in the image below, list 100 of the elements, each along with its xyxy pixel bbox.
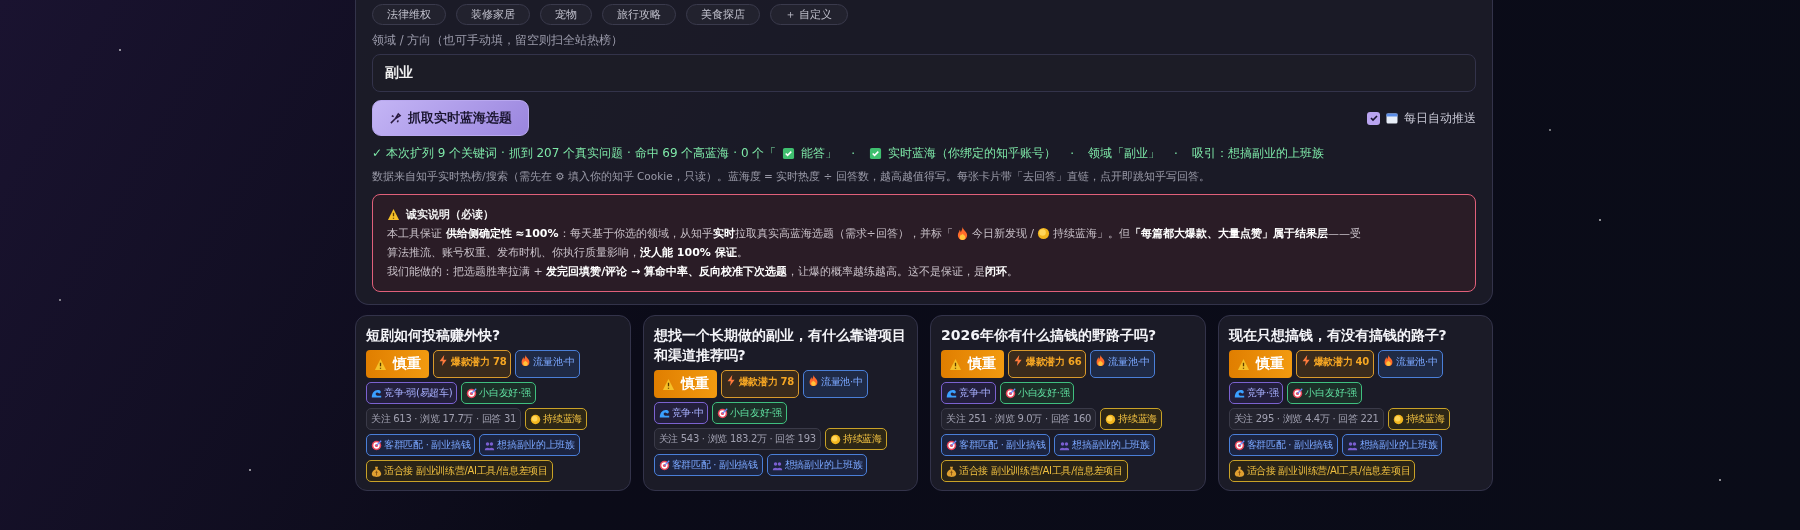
warning-icon [387,208,400,221]
tag-label: 竞争·中 [671,406,704,420]
flame-icon [1095,355,1107,366]
card-title: 2026年你有什么搞钱的野路子吗? [941,326,1158,345]
domain-chip[interactable]: 装修家居 [456,4,530,25]
tag-label: 客群匹配 · 副业搞钱 [671,458,758,472]
separator-dot: · [1174,146,1178,161]
topic-card[interactable]: 短剧如何投稿赚外快? 慎重 爆款潜力 78 流量池·中 竞争·弱(易超车) 小白友好·强 关注 613 · 浏览 17.7万 · 回答 31 持续蓝海 客群匹配 · 副业搞钱 想搞副业的上班族 适合接 副业训练营/AI工具/信息差项目 [355,315,631,491]
domain-chip[interactable]: 法律维权 [372,4,446,25]
tag-label: 爆款潜力 78 [738,375,794,389]
tag-label: 爆款潜力 66 [1026,355,1082,369]
tag-label: 流量池·中 [1395,355,1438,369]
target-icon [946,439,957,451]
coin-icon [1392,413,1404,425]
tag-label: 关注 295 · 浏览 4.4万 · 回答 221 [1233,412,1379,426]
wand-icon [389,111,402,125]
target-icon [1292,387,1304,399]
verdict-label: 慎重 [680,375,709,393]
tag-label: 适合接 副业训练营/AI工具/信息差项目 [384,464,548,478]
notice-text: 算法推流、账号权重、发布时机、你执行质量影响，没人能 100% 保证。 [387,245,748,261]
tag-label: 竞争·弱(易超车) [384,386,453,400]
people-icon [771,459,783,471]
card-title: 现在只想搞钱，有没有搞钱的路子? [1228,326,1448,345]
separator-dot: · [851,146,856,161]
tag-label: 小白友好·强 [730,406,782,420]
target-icon [1233,439,1245,451]
tag-label: 竞争·强 [1246,386,1279,400]
people-icon [484,439,496,451]
wave-icon [371,387,382,399]
wave-icon [946,387,957,399]
auto-push-label: 每日自动推送 [1404,109,1476,127]
warning-icon [661,377,675,391]
check-icon [869,147,883,160]
tag-label: 想搞副业的上班族 [1072,438,1150,452]
coin-icon [530,413,542,425]
verdict-label: 慎重 [968,355,996,373]
domain-chip[interactable]: 旅行攻略 [602,4,676,25]
money-bag-icon [1233,465,1245,477]
people-icon [1059,439,1071,451]
warning-icon [949,357,962,371]
tag-label: 流量池·中 [533,355,575,369]
topic-card[interactable]: 现在只想搞钱，有没有搞钱的路子? 慎重 爆款潜力 40 流量池·中 竞争·强 小白友好·强 关注 295 · 浏览 4.4万 · 回答 221 持续蓝海 客群匹配 · 副业搞钱 想搞副业的上班族 适合接 副业训练营/AI工具/信息差项目 [1217,315,1493,491]
tag-label: 适合接 副业训练营/AI工具/信息差项目 [1246,464,1411,478]
money-bag-icon [371,465,382,477]
coin-icon [829,433,841,445]
lightning-icon [1300,355,1312,366]
card-title: 短剧如何投稿赚外快? [366,326,502,345]
status-text: 吸引：想搞副业的上班族 [1191,145,1324,162]
separator-dot: · [1070,146,1074,161]
domain-chip[interactable]: 宠物 [540,4,592,25]
target-icon [658,459,670,471]
tag-label: 客群匹配 · 副业搞钱 [1246,438,1333,452]
notice-text: 我们能做的：把选题胜率拉满 + 发完回填赞/评论 → 算命中率、反向校准下次选题，让爆的概率越练越高。这不是保证，是闭环。 [387,264,1020,280]
domain-chip[interactable]: ＋ 自定义 [770,4,848,25]
tag-label: 适合接 副业训练营/AI工具/信息差项目 [959,464,1123,478]
topic-card[interactable]: 2026年你有什么搞钱的野路子吗? 慎重 爆款潜力 66 流量池·中 竞争·中 小白友好·强 关注 251 · 浏览 9.0万 · 回答 160 持续蓝海 客群匹配 · 副业搞钱 想搞副业的上班族 适合接 副业训练营/AI工具/信息差项目 [930,315,1206,491]
coin-icon [1036,227,1050,240]
check-icon [782,147,796,160]
verdict-label: 慎重 [393,355,421,373]
status-text: ✓ 本次扩列 9 个关键词 · 抓到 207 个真实问题 · 命中 69 个高蓝海 · 0 个「 [372,145,777,162]
tag-label: 关注 543 · 浏览 183.2万 · 回答 193 [658,432,816,446]
tag-label: 小白友好·强 [479,386,531,400]
notice-text: 今日新发现 / [971,226,1034,242]
tag-label: 想搞副业的上班族 [784,458,863,472]
checkbox[interactable] [1367,111,1380,125]
tag-label: 关注 251 · 浏览 9.0万 · 回答 160 [946,412,1092,426]
target-icon [371,439,382,451]
topic-card[interactable]: 想找一个长期做的副业，有什么靠谱项目和渠道推荐吗? 慎重 爆款潜力 78 流量池·中 竞争·中 小白友好·强 关注 543 · 浏览 183.2万 · 回答 193 持续蓝海 客群匹配 · 副业搞钱 想搞副业的上班族 [642,315,918,491]
coin-icon [1105,413,1117,425]
lightning-icon [725,375,737,386]
notice-text: 本工具保证 供给侧确定性 ≈100%：每天基于你选的领域，从知乎实时拉取真实高蓝海选题（需求÷回答），并标「 [387,226,953,242]
domain-chip[interactable]: 美食探店 [686,4,760,25]
tag-label: 流量池·中 [1108,355,1150,369]
status-text: 实时蓝海（你绑定的知乎账号） [888,145,1057,162]
tag-label: 持续蓝海 [1118,412,1157,426]
flame-icon [520,355,532,366]
fetch-button[interactable]: 抓取实时蓝海选题 [372,100,529,136]
verdict-label: 慎重 [1255,355,1284,373]
tag-label: 想搞副业的上班族 [497,438,575,452]
domain-input[interactable]: 副业 [372,54,1476,92]
calendar-icon [1386,112,1398,124]
tag-label: 关注 613 · 浏览 17.7万 · 回答 31 [371,412,517,426]
wave-icon [658,407,670,419]
flame-icon [955,227,969,240]
tag-label: 客群匹配 · 副业搞钱 [959,438,1046,452]
info-text: 数据来自知乎实时热榜/搜索（需先在 ⚙ 填入你的知乎 Cookie，只读）。蓝海度 = 实时热度 ÷ 回答数，越高越值得写。每张卡片带「去回答」直链，点开即跳知乎写回答。 [372,170,1211,184]
notice-text: 持续蓝海」。但「每篇都大爆款、大量点赞」属于结果层——受 [1052,226,1361,242]
tag-label: 爆款潜力 40 [1313,355,1369,369]
target-icon [717,407,729,419]
tag-label: 竞争·中 [959,386,991,400]
flame-icon [1382,355,1394,366]
tag-label: 小白友好·强 [1018,386,1070,400]
tag-label: 爆款潜力 78 [451,355,507,369]
lightning-icon [1013,355,1024,366]
money-bag-icon [946,465,957,477]
tag-label: 想搞副业的上班族 [1359,438,1438,452]
wave-icon [1233,387,1245,399]
target-icon [466,387,478,399]
tag-label: 小白友好·强 [1305,386,1357,400]
people-icon [1346,439,1358,451]
